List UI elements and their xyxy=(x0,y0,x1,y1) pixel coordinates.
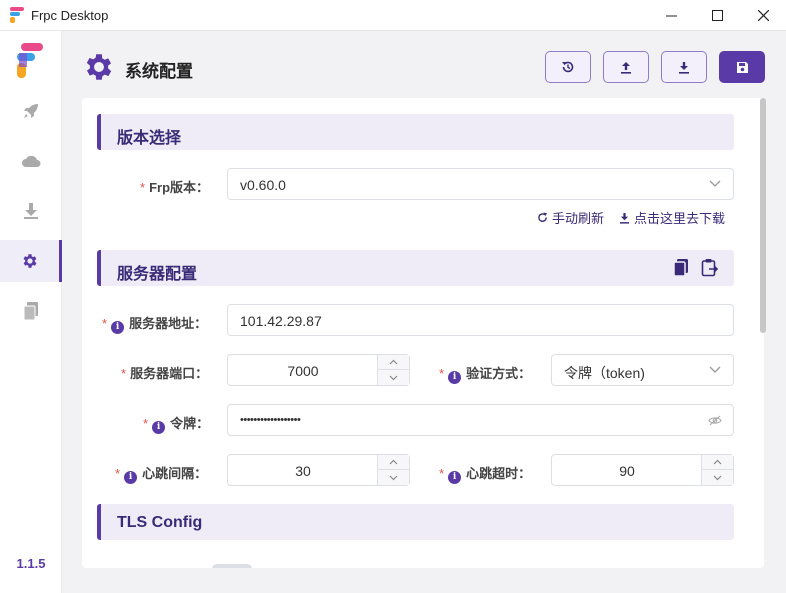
window-title: Frpc Desktop xyxy=(31,8,109,23)
page-title: 系统配置 xyxy=(125,62,193,81)
section-server-header: 服务器配置 xyxy=(97,250,734,286)
title-bar: Frpc Desktop xyxy=(0,0,786,31)
increment-button[interactable] xyxy=(702,455,733,470)
server-address-input[interactable]: 101.42.29.87 xyxy=(227,304,734,336)
scrollbar[interactable] xyxy=(758,98,768,568)
eye-off-icon[interactable] xyxy=(708,415,722,426)
server-port-stepper[interactable]: 7000 xyxy=(227,354,410,386)
frp-version-value: v0.60.0 xyxy=(240,177,286,193)
info-icon: i xyxy=(448,471,462,484)
token-label: * i 令牌： xyxy=(143,416,210,434)
decrement-button[interactable] xyxy=(378,470,409,485)
close-icon xyxy=(757,10,769,21)
frp-version-select[interactable]: v0.60.0 xyxy=(227,168,734,200)
heartbeat-timeout-label: * i 心跳超时： xyxy=(439,466,532,484)
main-content: 系统配置 版本选择 * Frp版本： v0.60.0 手动刷新 点击这里去下载 … xyxy=(62,31,786,593)
refresh-icon xyxy=(538,212,548,222)
section-version-title: 版本选择 xyxy=(117,130,182,147)
chevron-down-icon xyxy=(713,475,722,480)
download-link[interactable]: 点击这里去下载 xyxy=(619,208,725,227)
chevron-up-icon xyxy=(389,459,398,465)
cloud-icon xyxy=(22,155,41,167)
heartbeat-interval-stepper[interactable]: 30 xyxy=(227,454,410,486)
heartbeat-timeout-stepper[interactable]: 90 xyxy=(551,454,734,486)
chevron-down-icon xyxy=(709,366,721,373)
decrement-button[interactable] xyxy=(702,470,733,485)
save-icon xyxy=(736,61,748,73)
increment-button[interactable] xyxy=(378,455,409,470)
page-header: 系统配置 xyxy=(62,31,786,98)
sidebar-item-download[interactable] xyxy=(0,190,62,232)
chevron-up-icon xyxy=(389,359,398,365)
maximize-icon xyxy=(711,10,723,21)
upload-icon xyxy=(621,61,631,74)
frp-version-label: * Frp版本： xyxy=(140,180,210,195)
import-button[interactable] xyxy=(661,51,707,83)
tls-toggle[interactable] xyxy=(212,564,252,568)
info-icon: i xyxy=(152,421,166,434)
section-server-title: 服务器配置 xyxy=(117,266,198,283)
info-icon: i xyxy=(124,471,138,484)
section-tls-header: TLS Config xyxy=(97,504,734,540)
info-icon: i xyxy=(448,371,462,384)
app-logo-icon xyxy=(10,7,24,23)
file-copy-icon xyxy=(23,302,38,320)
decrement-button[interactable] xyxy=(378,370,409,385)
sidebar-item-logs[interactable] xyxy=(0,290,62,332)
section-version-header: 版本选择 xyxy=(97,114,734,150)
minimize-button[interactable] xyxy=(648,0,694,31)
download-icon xyxy=(619,212,630,224)
increment-button[interactable] xyxy=(378,355,409,370)
section-tls-title: TLS Config xyxy=(117,514,203,531)
server-port-label: * 服务器端口： xyxy=(121,366,209,381)
download-icon xyxy=(679,61,689,74)
sidebar-item-proxy[interactable] xyxy=(0,90,62,132)
save-button[interactable] xyxy=(719,51,765,83)
app-version: 1.1.5 xyxy=(16,556,46,571)
brand-logo-icon xyxy=(17,43,43,78)
maximize-button[interactable] xyxy=(694,0,740,31)
chevron-up-icon xyxy=(713,459,722,465)
auth-method-select[interactable]: 令牌（token) xyxy=(551,354,734,386)
refresh-link[interactable]: 手动刷新 xyxy=(537,208,604,227)
server-address-label: * i 服务器地址： xyxy=(102,316,208,334)
info-icon: i xyxy=(111,321,125,334)
close-button[interactable] xyxy=(740,0,786,31)
sidebar: 1.1.5 xyxy=(0,31,62,593)
paste-icon[interactable] xyxy=(701,258,719,277)
chevron-down-icon xyxy=(709,180,721,187)
rocket-icon xyxy=(24,104,38,118)
sidebar-item-settings[interactable] xyxy=(0,240,62,282)
scrollbar-thumb[interactable] xyxy=(760,98,766,333)
export-button[interactable] xyxy=(603,51,649,83)
gear-icon xyxy=(23,254,36,268)
sidebar-item-cloud[interactable] xyxy=(0,140,62,182)
token-input[interactable]: •••••••••••••••••• xyxy=(227,404,734,436)
auth-method-label: * i 验证方式： xyxy=(439,366,532,384)
download-icon xyxy=(24,203,38,219)
required-mark: * xyxy=(140,180,146,195)
minimize-icon xyxy=(665,15,677,17)
settings-card: 版本选择 *Frp版本： v0.60.0 手动刷新 点击这里去下载 服务器配置 xyxy=(82,98,764,568)
settings-gear-icon xyxy=(86,54,112,80)
copy-icon[interactable] xyxy=(673,259,689,277)
chevron-down-icon xyxy=(389,375,398,380)
history-icon xyxy=(562,61,574,73)
chevron-down-icon xyxy=(389,475,398,480)
heartbeat-interval-label: * i 心跳间隔： xyxy=(115,466,208,484)
reset-button[interactable] xyxy=(545,51,591,83)
